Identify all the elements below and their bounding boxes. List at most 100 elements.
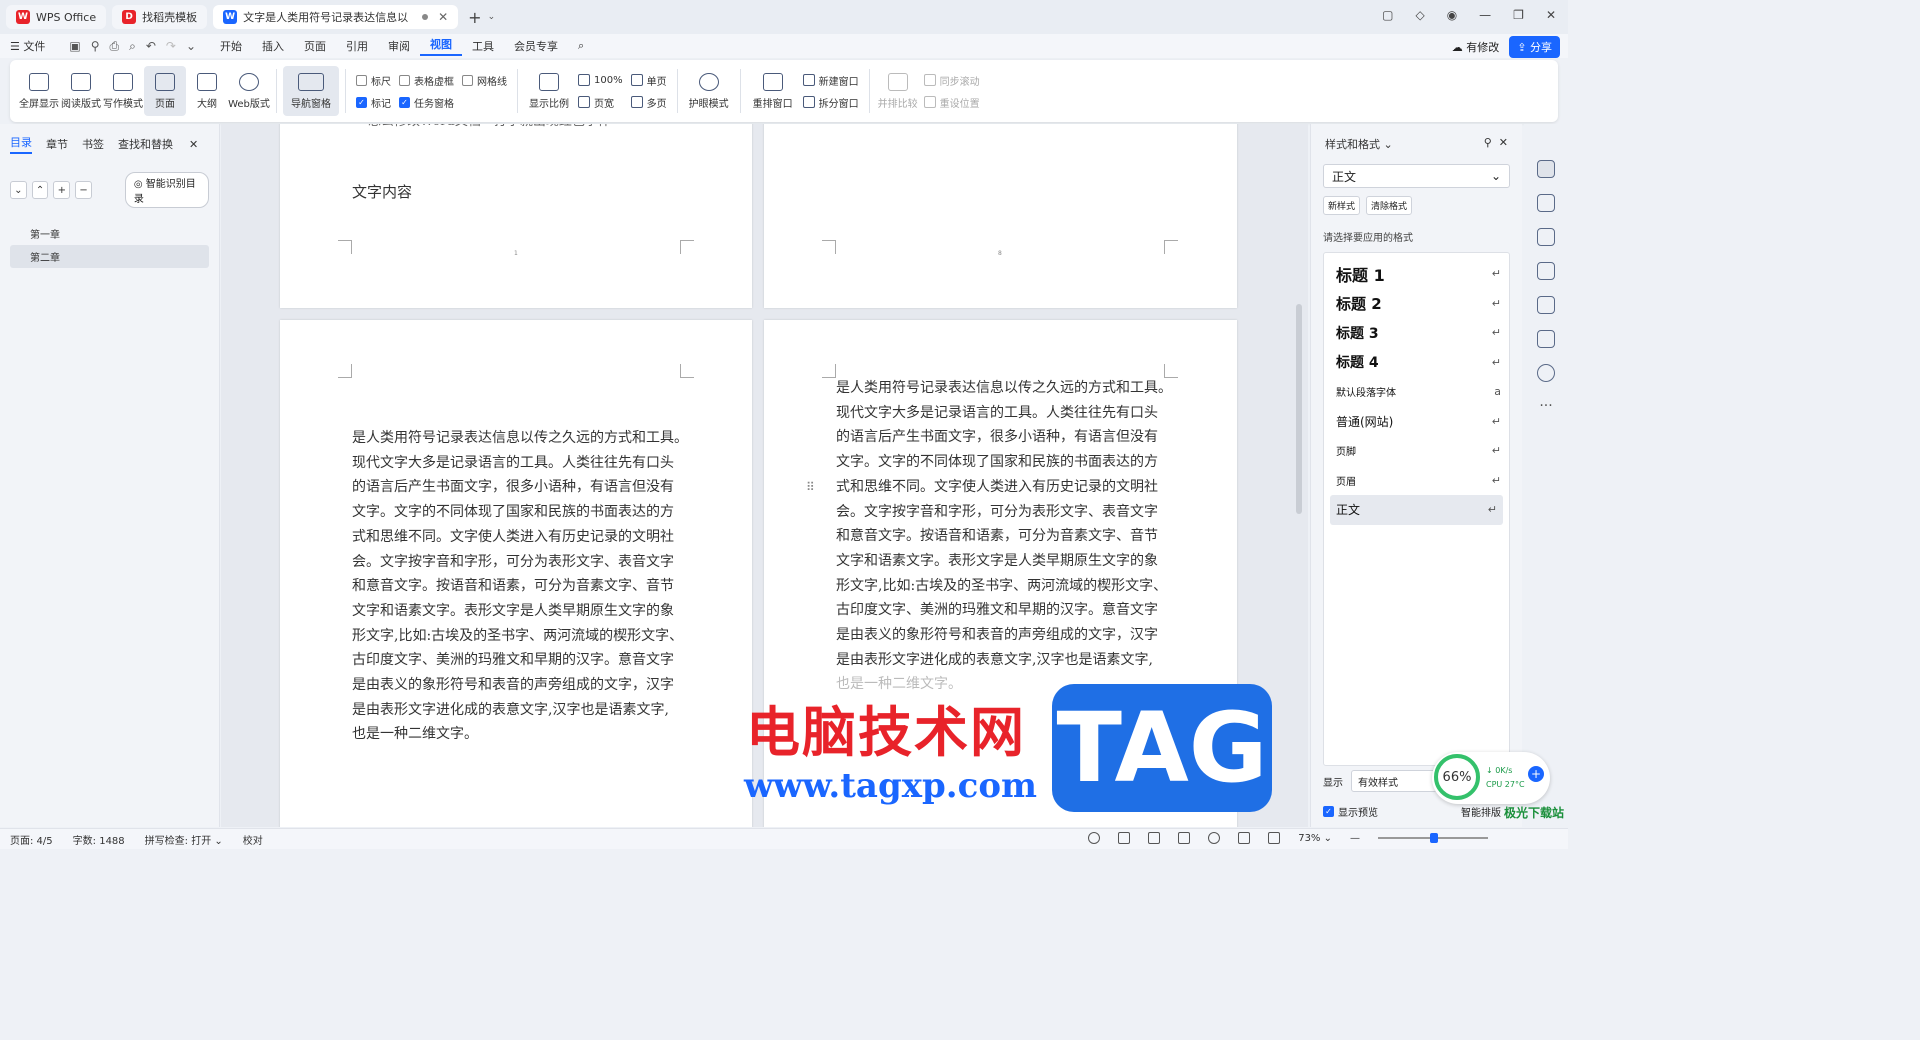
search-icon[interactable]: ⌕ [568,39,594,53]
image-edit-icon[interactable] [1537,262,1555,280]
smart-toc-button[interactable]: ◎ 智能识别目录 [124,172,210,208]
proofread[interactable]: 校对 [233,832,273,847]
menu-start[interactable]: 开始 [210,38,252,54]
spell-check[interactable]: 拼写检查: 打开 ⌄ [135,832,233,847]
select-cursor-icon[interactable] [1537,194,1555,212]
menu-insert[interactable]: 插入 [252,38,294,54]
help-icon[interactable] [1537,364,1555,382]
word-count[interactable]: 字数: 1488 [63,832,135,847]
style-footer[interactable]: 页脚 ↵ [1324,436,1509,466]
menu-page[interactable]: 页面 [294,38,336,54]
gridline-checkbox[interactable]: 网格线 [462,69,507,91]
pin-icon[interactable]: ⚲ [1484,136,1492,149]
task-pane-checkbox[interactable]: ✓ 任务窗格 [399,91,454,113]
style-header[interactable]: 页眉 ↵ [1324,466,1509,496]
eye-icon[interactable] [1088,832,1101,844]
writing-mode-button[interactable]: 写作模式 [102,66,144,116]
split-window-button[interactable]: 拆分窗口 [802,91,859,113]
vertical-scrollbar[interactable] [1296,304,1302,514]
tab-toc[interactable]: 目录 [10,134,32,154]
style-body-selected[interactable]: 正文 ↵ [1330,495,1503,525]
page-indicator[interactable]: 页面: 4/5 [0,832,63,847]
preview-row[interactable]: ✓ 显示预览 [1323,804,1378,819]
tab-sections[interactable]: 章节 [46,136,68,152]
current-style-select[interactable]: 正文 ⌄ [1323,164,1510,188]
expand-up-icon[interactable]: ⌃ [31,181,49,199]
reading-mode-button[interactable]: 阅读版式 [60,66,102,116]
collapse-chevron-icon[interactable]: ⌄ [10,181,27,199]
style-heading-2[interactable]: 标题 2 ↵ [1324,289,1509,319]
cube-icon[interactable]: ◇ [1415,8,1424,22]
remove-level-icon[interactable]: − [75,181,92,199]
new-style-button[interactable]: 新样式 [1323,196,1361,215]
reset-position-button[interactable]: 重设位置 [923,91,980,113]
menu-review[interactable]: 审阅 [378,38,420,54]
zoom-100-button[interactable]: 100% [578,69,623,91]
drag-handle-icon[interactable]: ⠿ [806,480,815,494]
close-pane-icon[interactable]: ✕ [1499,136,1508,149]
ruler-checkbox[interactable]: 标尺 [356,69,391,91]
modified-indicator[interactable]: ☁ 有修改 [1452,39,1500,55]
page-view-button[interactable]: 页面 [144,66,186,116]
pen-icon[interactable] [1238,832,1251,844]
tab-template[interactable]: D 找稻壳模板 [112,5,208,29]
tab-find-replace[interactable]: 查找和替换 [118,136,173,152]
menu-tools[interactable]: 工具 [462,38,504,54]
mark-checkbox[interactable]: ✓ 标记 [356,91,391,113]
toc-item[interactable]: 第一章 [10,222,209,245]
body-paragraph[interactable]: 是人类用符号记录表达信息以传之久远的方式和工具。 现代文字大多是记录语言的工具。… [352,426,712,747]
performance-widget[interactable]: 66% ↓ 0K/s CPU 27°C + [1432,752,1550,804]
tab-list-chevron-icon[interactable]: ⌄ [488,12,496,22]
more-chevron-icon[interactable]: ⌄ [186,39,196,54]
zoom-out-icon[interactable]: — [1350,833,1360,844]
reference-icon[interactable] [1537,330,1555,348]
style-normal-web[interactable]: 普通(网站) ↵ [1324,407,1509,437]
clear-format-button[interactable]: 清除格式 [1366,196,1413,215]
zoom-ratio-button[interactable]: 显示比例 [524,66,574,116]
fit-icon[interactable] [1268,832,1281,844]
file-menu[interactable]: ☰ 文件 [0,38,55,54]
page-width-button[interactable]: 页宽 [578,91,623,113]
adjust-icon[interactable] [1537,228,1555,246]
smart-typeset-button[interactable]: 智能排版 [1461,804,1501,819]
plus-icon[interactable]: + [1528,766,1544,782]
tab-bookmarks[interactable]: 书签 [82,136,104,152]
toc-item-selected[interactable]: 第二章 [10,245,209,268]
single-page-button[interactable]: 单页 [630,69,667,91]
menu-view[interactable]: 视图 [420,36,463,56]
show-select[interactable]: 有效样式 [1351,770,1437,792]
outline-button[interactable]: 大纲 [186,66,228,116]
new-tab-icon[interactable]: + [468,8,481,27]
new-window-button[interactable]: 新建窗口 [802,69,859,91]
save-icon[interactable]: ▣ [69,39,80,54]
undo-icon[interactable]: ↶ [146,39,156,54]
page-view-icon[interactable] [1118,832,1131,844]
nav-pane-button[interactable]: 导航窗格 [283,66,339,116]
close-tab-icon[interactable]: ✕ [438,10,448,24]
tab-document[interactable]: W 文字是人类用符号记录表达信息以 ✕ [213,5,459,29]
table-gridline-checkbox[interactable]: 表格虚框 [399,69,454,91]
styles-pane-title[interactable]: 样式和格式 ⌄ [1325,136,1393,152]
share-button[interactable]: ⇪ 分享 [1509,36,1560,58]
tab-wps-office[interactable]: W WPS Office [6,5,107,29]
sync-scroll-button[interactable]: 同步滚动 [923,69,980,91]
link-icon[interactable]: ⚲ [91,39,100,54]
web-layout-button[interactable]: Web版式 [228,66,270,116]
tools-icon[interactable] [1537,296,1555,314]
style-default-font[interactable]: 默认段落字体 a [1324,377,1509,407]
layout-icon[interactable]: ▢ [1382,8,1393,22]
more-icon[interactable]: ··· [1539,398,1552,414]
menu-reference[interactable]: 引用 [336,38,378,54]
redo-icon[interactable]: ↷ [166,39,176,54]
style-heading-4[interactable]: 标题 4 ↵ [1324,348,1509,378]
zoom-level[interactable]: 73% ⌄ [1298,833,1332,844]
style-heading-1[interactable]: 标题 1 ↵ [1324,259,1509,289]
restore-icon[interactable]: ❐ [1513,8,1524,22]
add-level-icon[interactable]: + [53,181,71,199]
avatar[interactable]: ◉ [1447,8,1457,22]
fullscreen-button[interactable]: 全屏显示 [18,66,60,116]
eye-protect-button[interactable]: 护眼模式 [684,66,734,116]
play-icon[interactable] [1178,832,1191,844]
minimize-icon[interactable]: — [1479,8,1491,22]
style-pen-icon[interactable] [1537,160,1555,178]
